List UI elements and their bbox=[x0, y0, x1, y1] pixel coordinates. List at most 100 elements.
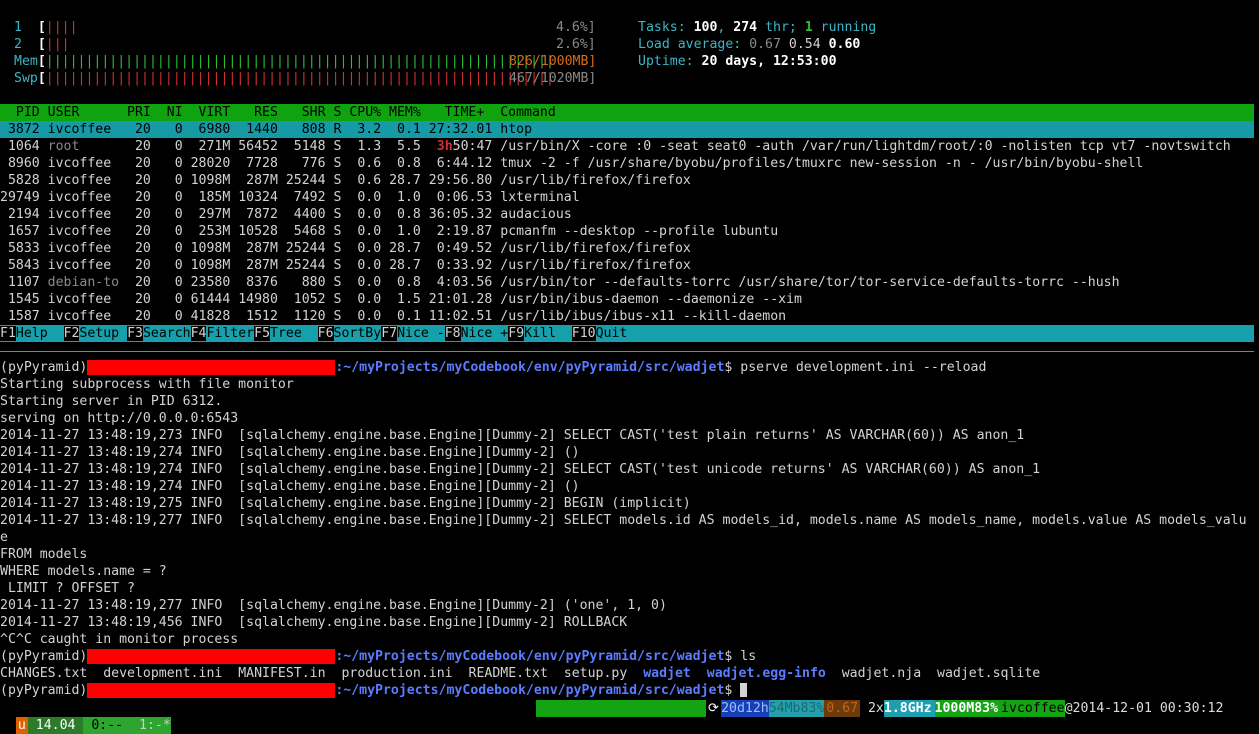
status-at: @ bbox=[1064, 700, 1073, 717]
status-spacer bbox=[536, 700, 706, 717]
process-user: ivcoffee bbox=[39, 309, 120, 324]
process-cmd: /usr/lib/firefox/firefox bbox=[492, 173, 691, 188]
tasks-line: Tasks: 100, 274 thr; 1 running bbox=[638, 20, 877, 35]
process-row[interactable]: 1587 ivcoffee 20 0 41828 1512 1120 S 0.0… bbox=[0, 308, 1254, 325]
fkey-f6[interactable]: F6 bbox=[317, 326, 334, 341]
process-cpu: 0.0 bbox=[341, 309, 382, 324]
function-key-bar: F1Help F2Setup F3SearchF4FilterF5Tree F6… bbox=[0, 325, 1254, 342]
process-s: S bbox=[325, 292, 342, 307]
process-cpu: 0.0 bbox=[341, 275, 382, 290]
process-row[interactable]: 8960 ivcoffee 20 0 28020 7728 776 S 0.6 … bbox=[0, 155, 1254, 172]
process-mem: 0.8 bbox=[381, 275, 421, 290]
fkey-f4[interactable]: F4 bbox=[190, 326, 207, 341]
shell-command bbox=[732, 683, 740, 698]
process-user: ivcoffee bbox=[39, 241, 120, 256]
ls-file: setup.py bbox=[563, 666, 628, 681]
fkey-f9[interactable]: F9 bbox=[508, 326, 525, 341]
process-pid: 2194 bbox=[0, 207, 40, 222]
window-1-tab[interactable]: 1:-* bbox=[131, 717, 171, 734]
process-s: S bbox=[325, 275, 342, 290]
load-indicator: 0.67 bbox=[824, 700, 861, 717]
prompt-path: :~/myProjects/myCodebook/env/pyPyramid/s… bbox=[335, 683, 725, 698]
process-row[interactable]: 1064 root 20 0 271M 56452 5148 S 1.3 5.5… bbox=[0, 138, 1254, 155]
process-row[interactable]: 29749 ivcoffee 20 0 185M 10324 7492 S 0.… bbox=[0, 189, 1254, 206]
process-pri: 20 bbox=[119, 241, 151, 256]
process-cpu: 3.2 bbox=[341, 122, 382, 137]
refresh-icon: ⟳ bbox=[706, 700, 722, 717]
mem-indicator: 54Mb83% bbox=[768, 700, 825, 717]
process-ni: 0 bbox=[150, 275, 183, 290]
ls-directory: wadjet.egg-info bbox=[706, 666, 826, 681]
process-row[interactable]: 3872 ivcoffee 20 0 6980 1440 808 R 3.2 0… bbox=[0, 121, 1254, 138]
process-user: ivcoffee bbox=[39, 173, 120, 188]
process-time: 2:19.87 bbox=[420, 224, 493, 239]
process-res: 10528 bbox=[230, 224, 278, 239]
process-mem: 1.0 bbox=[381, 224, 421, 239]
process-res: 7872 bbox=[230, 207, 278, 222]
process-cmd: pcmanfm --desktop --profile lubuntu bbox=[492, 224, 779, 239]
process-mem: 0.8 bbox=[381, 156, 421, 171]
shell-output-line: WHERE models.name = ? bbox=[0, 564, 167, 579]
fkey-label-f7[interactable]: Nice - bbox=[397, 326, 445, 341]
process-mem: 1.0 bbox=[381, 190, 421, 205]
shell-output-line: Starting subprocess with file monitor bbox=[0, 377, 294, 392]
cpu-count: 2x bbox=[860, 700, 884, 717]
process-virt: 253M bbox=[182, 224, 231, 239]
fkey-f2[interactable]: F2 bbox=[63, 326, 80, 341]
process-row[interactable]: 5833 ivcoffee 20 0 1098M 287M 25244 S 0.… bbox=[0, 240, 1254, 257]
ls-file: development.ini bbox=[103, 666, 223, 681]
process-user: root bbox=[39, 139, 120, 154]
fkey-label-f6[interactable]: SortBy bbox=[333, 326, 382, 341]
shell-command: ls bbox=[732, 649, 757, 664]
fkey-f8[interactable]: F8 bbox=[444, 326, 461, 341]
process-pri: 20 bbox=[119, 156, 151, 171]
cpu1-meter: 1 [|||| bbox=[14, 20, 78, 35]
fkey-f1[interactable]: F1 bbox=[0, 326, 16, 341]
fkey-label-f5[interactable]: Tree bbox=[270, 326, 318, 341]
process-ni: 0 bbox=[150, 241, 183, 256]
fkey-f3[interactable]: F3 bbox=[127, 326, 143, 341]
mem-meter: Mem[||||||||||||||||||||||||||||||||||||… bbox=[14, 54, 554, 69]
fkey-f5[interactable]: F5 bbox=[254, 326, 271, 341]
fkey-label-f4[interactable]: Filter bbox=[206, 326, 255, 341]
fkey-label-f9[interactable]: Kill bbox=[524, 326, 572, 341]
process-row[interactable]: 2194 ivcoffee 20 0 297M 7872 4400 S 0.0 … bbox=[0, 206, 1254, 223]
process-row[interactable]: 5828 ivcoffee 20 0 1098M 287M 25244 S 0.… bbox=[0, 172, 1254, 189]
process-virt: 297M bbox=[182, 207, 231, 222]
process-shr: 5468 bbox=[277, 224, 326, 239]
process-table-header[interactable]: PID USER PRI NI VIRT RES SHR S CPU% MEM%… bbox=[0, 104, 1254, 121]
fkey-label-f3[interactable]: Search bbox=[142, 326, 191, 341]
virtualenv-label: (pyPyramid) bbox=[0, 649, 88, 664]
process-mem: 28.7 bbox=[381, 258, 421, 273]
fkey-label-f1[interactable]: Help bbox=[15, 326, 64, 341]
window-0-tab[interactable]: 0:-- bbox=[83, 717, 132, 734]
process-s: S bbox=[325, 309, 342, 324]
process-pid: 29749 bbox=[0, 190, 40, 205]
fkey-label-f2[interactable]: Setup bbox=[79, 326, 128, 341]
process-row[interactable]: 1107 debian-to 20 0 23580 8376 880 S 0.0… bbox=[0, 274, 1254, 291]
shell-output-line: 2014-11-27 13:48:19,274 INFO [sqlalchemy… bbox=[0, 445, 580, 460]
process-s: S bbox=[325, 224, 342, 239]
process-user: debian-to bbox=[39, 275, 120, 290]
process-virt: 271M bbox=[182, 139, 231, 154]
process-time: 29:56.80 bbox=[420, 173, 493, 188]
process-virt: 6980 bbox=[182, 122, 231, 137]
fkey-f7[interactable]: F7 bbox=[381, 326, 398, 341]
process-pid: 5833 bbox=[0, 241, 40, 256]
swp-value: 467/1020MB] bbox=[509, 71, 597, 86]
fkey-f10[interactable]: F10 bbox=[571, 326, 596, 341]
process-row[interactable]: 1657 ivcoffee 20 0 253M 10528 5468 S 0.0… bbox=[0, 223, 1254, 240]
process-mem: 28.7 bbox=[381, 241, 421, 256]
process-pri: 20 bbox=[119, 207, 151, 222]
shell-prompt-line: (pyPyramid):~/myProjects/myCodebook/env/… bbox=[0, 648, 756, 665]
shell-output-line: 2014-11-27 13:48:19,275 INFO [sqlalchemy… bbox=[0, 496, 691, 511]
cpu2-bars: ||| bbox=[45, 37, 70, 52]
terminal-cursor[interactable] bbox=[740, 683, 748, 697]
fkey-label-f10[interactable]: Quit bbox=[595, 326, 628, 341]
process-row[interactable]: 5843 ivcoffee 20 0 1098M 287M 25244 S 0.… bbox=[0, 257, 1254, 274]
process-shr: 1120 bbox=[277, 309, 326, 324]
fkey-label-f8[interactable]: Nice + bbox=[460, 326, 509, 341]
redacted-hostname bbox=[87, 359, 336, 375]
process-row[interactable]: 1545 ivcoffee 20 0 61444 14980 1052 S 0.… bbox=[0, 291, 1254, 308]
process-cpu: 0.0 bbox=[341, 258, 382, 273]
